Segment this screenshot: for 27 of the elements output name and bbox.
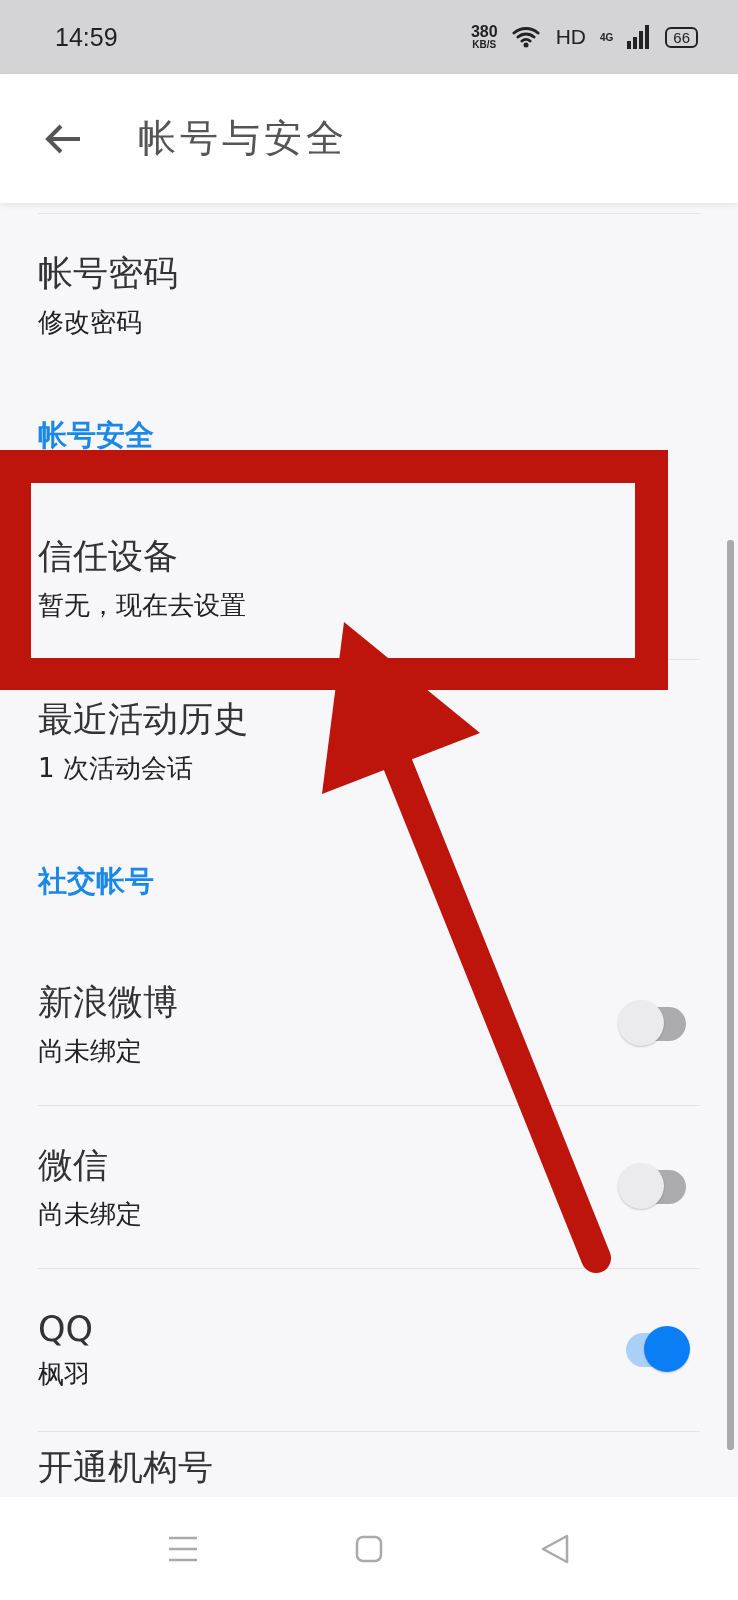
- row-subtitle: 尚未绑定: [38, 1034, 143, 1068]
- row-subtitle: 尚未绑定: [38, 1198, 143, 1231]
- row-title: 新浪微博: [38, 980, 179, 1024]
- network-type: 4G: [599, 31, 614, 43]
- home-icon[interactable]: [355, 1534, 383, 1563]
- row-title: 最近活动历史: [38, 698, 249, 741]
- row-title: QQ: [38, 1308, 95, 1349]
- row-subtitle: 枫羽: [38, 1357, 91, 1391]
- section-header: 社交帐号: [38, 863, 155, 900]
- wifi-icon: [511, 25, 542, 49]
- back-arrow-icon[interactable]: [44, 122, 82, 155]
- back-icon[interactable]: [539, 1532, 570, 1565]
- battery-level: 66: [665, 26, 698, 48]
- row-subtitle: 1 次活动会话: [38, 752, 194, 785]
- hd-indicator: HD: [555, 25, 586, 49]
- row-subtitle: 暂无，现在去设置: [38, 588, 247, 622]
- clock: 14:59: [55, 22, 119, 52]
- page-title: 帐号与安全: [138, 115, 348, 162]
- row-title: 微信: [38, 1144, 109, 1187]
- network-speed: 380 KB/S: [470, 24, 498, 50]
- signal-icon: [627, 25, 652, 49]
- row-subtitle: 修改密码: [38, 306, 143, 339]
- row-title: 信任设备: [38, 534, 179, 578]
- row-title: 开通机构号: [38, 1446, 214, 1489]
- menu-icon[interactable]: [168, 1535, 199, 1562]
- row-title: 帐号密码: [38, 252, 179, 295]
- section-header: 帐号安全: [38, 417, 155, 454]
